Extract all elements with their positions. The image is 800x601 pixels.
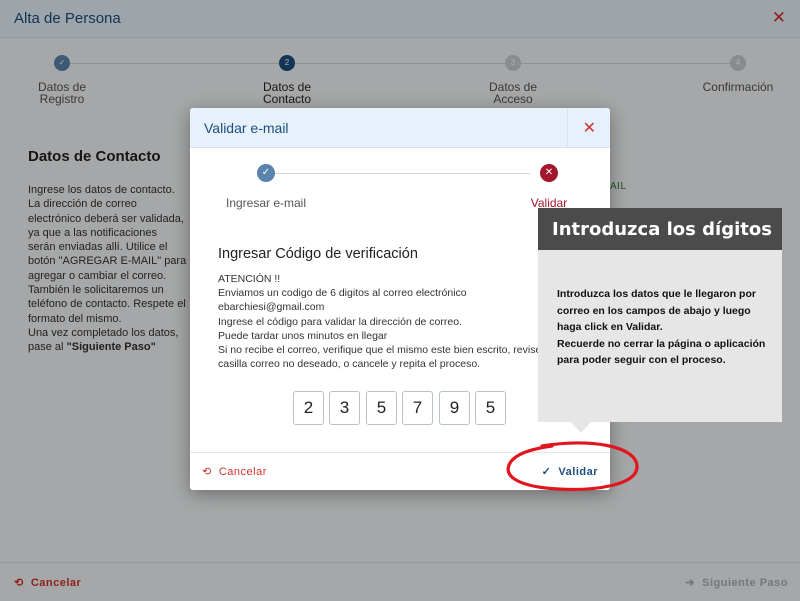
tooltip-heading: Introduzca los dígitos xyxy=(538,208,782,250)
dialog-step-label: Ingresar e-mail xyxy=(225,196,307,210)
dialog-step-ingresar: ✓ Ingresar e-mail xyxy=(211,164,321,210)
dialog-title: Validar e-mail xyxy=(204,120,289,136)
close-icon[interactable]: ✕ xyxy=(583,118,596,138)
verification-message: ATENCIÓN !! Enviamos un codigo de 6 digi… xyxy=(218,273,553,371)
code-digit-input[interactable]: 7 xyxy=(402,391,433,425)
tooltip-text: Introduzca los datos que le llegaron por… xyxy=(557,288,766,366)
code-digit-input[interactable]: 9 xyxy=(439,391,470,425)
error-icon: ✕ xyxy=(540,164,558,182)
dialog-step-validar: ✕ Validar xyxy=(508,164,590,210)
code-heading: Ingresar Código de verificación xyxy=(218,246,418,262)
code-digit-input[interactable]: 2 xyxy=(293,391,324,425)
code-digit-input[interactable]: 3 xyxy=(329,391,360,425)
tooltip-arrow xyxy=(570,421,592,433)
header-divider xyxy=(567,108,568,148)
help-tooltip: Introduzca los dígitos Introduzca los da… xyxy=(538,208,782,422)
undo-icon: ⟲ xyxy=(202,466,212,478)
annotation-circle xyxy=(506,441,639,491)
check-icon: ✓ xyxy=(257,164,275,182)
code-digit-input[interactable]: 5 xyxy=(475,391,506,425)
code-digit-input[interactable]: 5 xyxy=(366,391,397,425)
dialog-header: Validar e-mail ✕ xyxy=(190,108,610,148)
dialog-cancel-button[interactable]: ⟲ Cancelar xyxy=(202,465,267,478)
